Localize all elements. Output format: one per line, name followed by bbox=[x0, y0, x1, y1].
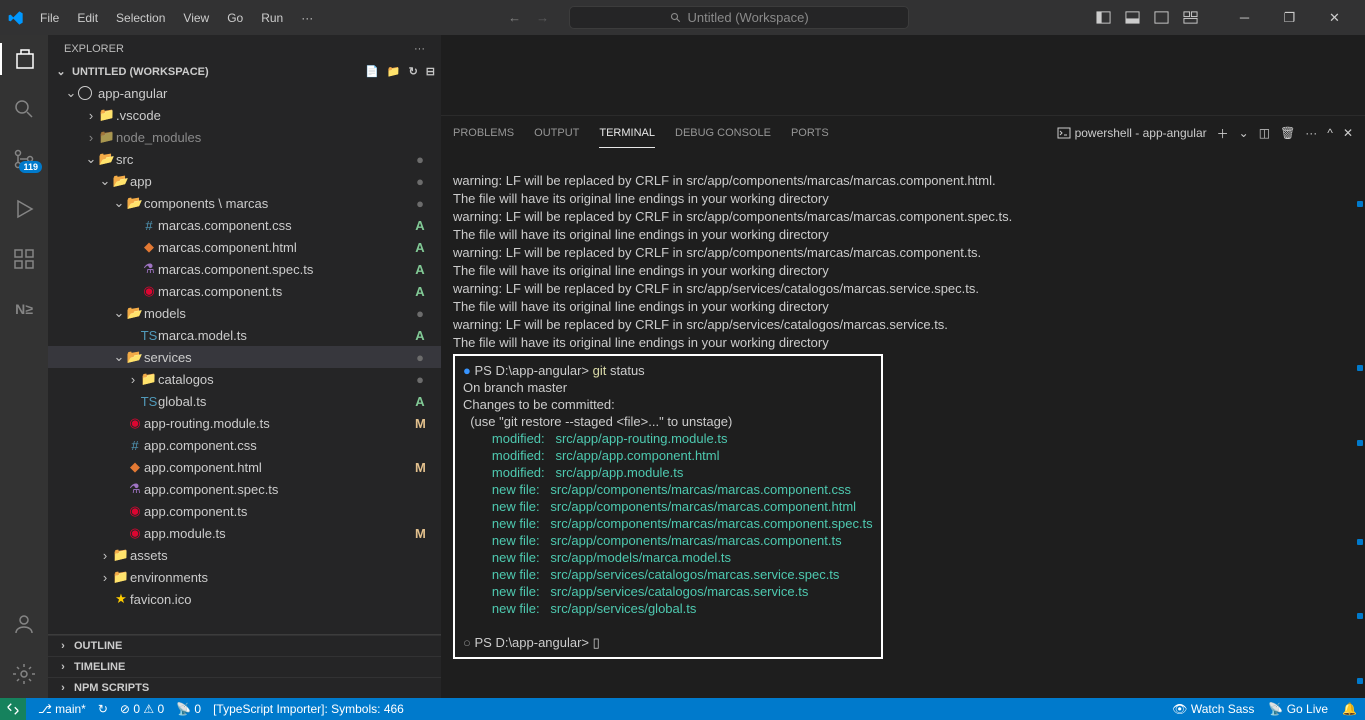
file-app-ts[interactable]: ◉app.component.ts bbox=[48, 500, 441, 522]
folder-components[interactable]: ⌄📂components \ marcas● bbox=[48, 192, 441, 214]
workspace-header[interactable]: ⌄ UNTITLED (WORKSPACE) 📄 📁 ↻ ⊟ bbox=[48, 63, 441, 80]
search-placeholder: Untitled (Workspace) bbox=[688, 10, 809, 25]
file-app-spec[interactable]: ⚗app.component.spec.ts bbox=[48, 478, 441, 500]
activity-bar: 119 N≥ bbox=[0, 35, 48, 698]
file-app-html[interactable]: ◆app.component.htmlM bbox=[48, 456, 441, 478]
menu-bar: File Edit Selection View Go Run ··· bbox=[32, 7, 321, 29]
search-icon[interactable] bbox=[0, 93, 48, 125]
folder-services[interactable]: ⌄📂services● bbox=[48, 346, 441, 368]
tab-ports[interactable]: PORTS bbox=[791, 119, 829, 147]
folder-node-modules[interactable]: ›📁node_modules bbox=[48, 126, 441, 148]
new-file-icon[interactable]: 📄 bbox=[365, 65, 379, 78]
file-global-ts[interactable]: TSglobal.tsA bbox=[48, 390, 441, 412]
terminal-selector[interactable]: powershell - app-angular bbox=[1057, 126, 1207, 140]
explorer-icon[interactable] bbox=[0, 43, 48, 75]
menu-file[interactable]: File bbox=[32, 7, 67, 29]
status-sync[interactable]: ↻ bbox=[98, 702, 108, 716]
status-port[interactable]: 📡 0 bbox=[176, 702, 201, 716]
new-folder-icon[interactable]: 📁 bbox=[387, 65, 401, 78]
folder-models[interactable]: ⌄📂models● bbox=[48, 302, 441, 324]
editor-area: PROBLEMS OUTPUT TERMINAL DEBUG CONSOLE P… bbox=[441, 35, 1365, 698]
npm-section[interactable]: ›NPM SCRIPTS bbox=[48, 677, 441, 698]
layout-bottom-icon[interactable] bbox=[1125, 10, 1140, 25]
new-terminal-icon[interactable]: ＋ bbox=[1217, 125, 1229, 142]
maximize-icon[interactable]: ^ bbox=[1327, 126, 1333, 140]
timeline-section[interactable]: ›TIMELINE bbox=[48, 656, 441, 677]
layout-primary-icon[interactable] bbox=[1096, 10, 1111, 25]
folder-catalogos[interactable]: ›📁catalogos● bbox=[48, 368, 441, 390]
status-bell-icon[interactable]: 🔔 bbox=[1342, 702, 1357, 716]
status-errors[interactable]: ⊘ 0 ⚠ 0 bbox=[120, 702, 164, 716]
account-icon[interactable] bbox=[0, 608, 48, 640]
terminal-dropdown-icon[interactable]: ⌄ bbox=[1239, 126, 1249, 140]
file-app-module[interactable]: ◉app.module.tsM bbox=[48, 522, 441, 544]
status-bar: ⎇ main* ↻ ⊘ 0 ⚠ 0 📡 0 [TypeScript Import… bbox=[0, 698, 1365, 720]
layout-right-icon[interactable] bbox=[1154, 10, 1169, 25]
window-maximize-icon[interactable]: ❐ bbox=[1267, 0, 1312, 35]
status-branch[interactable]: ⎇ main* bbox=[38, 702, 86, 716]
folder-root[interactable]: ⌄app-angular bbox=[48, 82, 441, 104]
file-marcas-html[interactable]: ◆marcas.component.htmlA bbox=[48, 236, 441, 258]
sidebar: EXPLORER ··· ⌄ UNTITLED (WORKSPACE) 📄 📁 … bbox=[48, 35, 441, 698]
command-center[interactable]: Untitled (Workspace) bbox=[569, 6, 909, 29]
menu-selection[interactable]: Selection bbox=[108, 7, 173, 29]
circle-icon bbox=[78, 86, 92, 100]
tab-debug[interactable]: DEBUG CONSOLE bbox=[675, 119, 771, 147]
debug-icon[interactable] bbox=[0, 193, 48, 225]
menu-edit[interactable]: Edit bbox=[69, 7, 106, 29]
folder-assets[interactable]: ›📁assets bbox=[48, 544, 441, 566]
file-marcas-spec[interactable]: ⚗marcas.component.spec.tsA bbox=[48, 258, 441, 280]
kill-icon[interactable]: 🗑 bbox=[1280, 126, 1295, 140]
extensions-icon[interactable] bbox=[0, 243, 48, 275]
tab-terminal[interactable]: TERMINAL bbox=[599, 119, 655, 148]
tab-output[interactable]: OUTPUT bbox=[534, 119, 579, 147]
tab-problems[interactable]: PROBLEMS bbox=[453, 119, 514, 147]
scm-badge: 119 bbox=[19, 161, 42, 173]
scm-icon[interactable]: 119 bbox=[0, 143, 48, 175]
nav-back-icon[interactable]: ← bbox=[508, 10, 521, 25]
outline-section[interactable]: ›OUTLINE bbox=[48, 635, 441, 656]
explorer-title: EXPLORER bbox=[64, 43, 124, 55]
layout-custom-icon[interactable] bbox=[1183, 10, 1198, 25]
menu-go[interactable]: Go bbox=[219, 7, 251, 29]
more-icon[interactable]: ··· bbox=[1305, 126, 1317, 140]
status-go-live[interactable]: 📡 Go Live bbox=[1268, 702, 1328, 716]
folder-app[interactable]: ⌄📂app● bbox=[48, 170, 441, 192]
remote-icon[interactable] bbox=[0, 698, 26, 720]
terminal-scrollbar[interactable] bbox=[1353, 191, 1363, 688]
file-tree: ⌄app-angular ›📁.vscode ›📁node_modules ⌄📂… bbox=[48, 80, 441, 634]
workspace-name: UNTITLED (WORKSPACE) bbox=[72, 66, 209, 78]
terminal[interactable]: warning: LF will be replaced by CRLF in … bbox=[441, 151, 1365, 698]
close-panel-icon[interactable]: ✕ bbox=[1343, 126, 1353, 140]
split-icon[interactable]: ◫ bbox=[1259, 126, 1270, 140]
menu-more-icon[interactable]: ··· bbox=[293, 7, 321, 29]
menu-run[interactable]: Run bbox=[253, 7, 291, 29]
title-bar: File Edit Selection View Go Run ··· ← → … bbox=[0, 0, 1365, 35]
chevron-down-icon: ⌄ bbox=[54, 65, 68, 78]
refresh-icon[interactable]: ↻ bbox=[409, 65, 418, 78]
panel-tabs: PROBLEMS OUTPUT TERMINAL DEBUG CONSOLE P… bbox=[441, 116, 1365, 151]
menu-view[interactable]: View bbox=[175, 7, 217, 29]
window-minimize-icon[interactable]: ─ bbox=[1222, 0, 1267, 35]
status-ts[interactable]: [TypeScript Importer]: Symbols: 466 bbox=[213, 702, 404, 716]
file-app-routing[interactable]: ◉app-routing.module.tsM bbox=[48, 412, 441, 434]
window-close-icon[interactable]: ✕ bbox=[1312, 0, 1357, 35]
nx-icon[interactable]: N≥ bbox=[0, 293, 48, 325]
file-favicon[interactable]: ★favicon.ico bbox=[48, 588, 441, 610]
file-marcas-ts[interactable]: ◉marcas.component.tsA bbox=[48, 280, 441, 302]
collapse-icon[interactable]: ⊟ bbox=[426, 65, 435, 78]
file-marca-model[interactable]: TSmarca.model.tsA bbox=[48, 324, 441, 346]
file-marcas-css[interactable]: #marcas.component.cssA bbox=[48, 214, 441, 236]
settings-icon[interactable] bbox=[0, 658, 48, 690]
folder-vscode[interactable]: ›📁.vscode bbox=[48, 104, 441, 126]
file-app-css[interactable]: #app.component.css bbox=[48, 434, 441, 456]
explorer-more-icon[interactable]: ··· bbox=[414, 43, 425, 55]
terminal-highlight-box: ● PS D:\app-angular> git status On branc… bbox=[453, 354, 883, 659]
folder-environments[interactable]: ›📁environments bbox=[48, 566, 441, 588]
folder-src[interactable]: ⌄📂src● bbox=[48, 148, 441, 170]
status-watch-sass[interactable]: 👁 Watch Sass bbox=[1172, 702, 1254, 716]
vscode-logo-icon bbox=[8, 10, 24, 26]
nav-forward-icon[interactable]: → bbox=[536, 10, 549, 25]
